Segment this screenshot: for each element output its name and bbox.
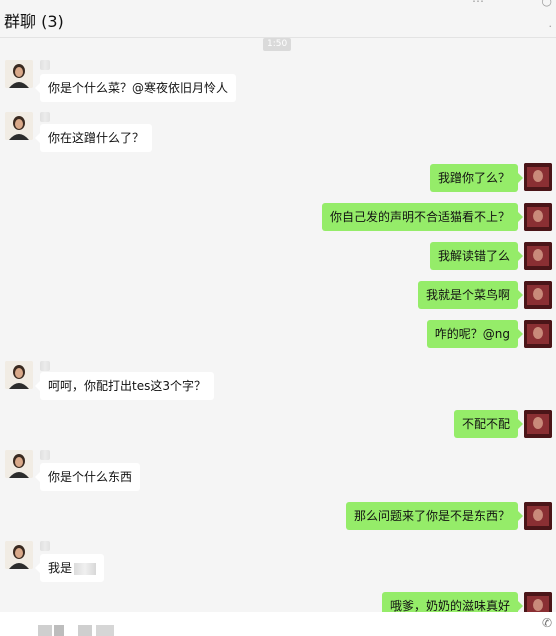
- avatar-image: [5, 112, 33, 140]
- avatar[interactable]: [524, 203, 552, 231]
- message-bubble-outgoing[interactable]: 不配不配: [453, 410, 524, 438]
- message-bubble-incoming[interactable]: 你在这蹭什么了？: [34, 124, 153, 152]
- chat-header: 群聊 (3) ⋯ ○ ·: [0, 0, 556, 38]
- message-bubble-outgoing[interactable]: 我就是个菜鸟啊: [417, 281, 524, 309]
- message-bubble-outgoing[interactable]: 那么问题来了你是不是东西？: [345, 502, 524, 530]
- avatar[interactable]: [524, 163, 552, 191]
- avatar[interactable]: [5, 361, 33, 389]
- avatar-image: [524, 203, 552, 231]
- add-icon[interactable]: ○: [542, 0, 552, 8]
- input-toolbar: ✆: [0, 612, 556, 636]
- message-bubble-outgoing[interactable]: 我蹭你了么？: [429, 164, 524, 192]
- redacted-text: [74, 562, 97, 575]
- avatar[interactable]: [524, 502, 552, 530]
- avatar-image: [524, 410, 552, 438]
- avatar[interactable]: [524, 410, 552, 438]
- window-control-icon[interactable]: ·: [549, 20, 553, 33]
- message-bubble-outgoing[interactable]: 咋的呢？@ng: [426, 320, 524, 348]
- message-bubble-incoming[interactable]: 你是个什么东西: [34, 463, 141, 491]
- message-bubble-incoming[interactable]: 呵呵，你配打出tes这3个字？: [35, 372, 214, 400]
- avatar-image: [5, 60, 33, 88]
- message-bubble-incoming[interactable]: 我是: [34, 554, 105, 582]
- message-timestamp: 1:50: [263, 38, 292, 51]
- avatar-image: [5, 450, 33, 478]
- avatar-image: [5, 361, 33, 389]
- avatar[interactable]: [5, 60, 33, 88]
- sender-name-redacted: [40, 361, 50, 371]
- phone-icon[interactable]: ✆: [542, 616, 552, 630]
- redacted-icon: [38, 625, 52, 636]
- message-bubble-outgoing[interactable]: 我解读错了么: [429, 242, 524, 270]
- avatar-image: [524, 281, 552, 309]
- message-text: 我是: [48, 561, 73, 575]
- redacted-icon: [78, 625, 92, 636]
- avatar[interactable]: [524, 320, 552, 348]
- avatar-image: [524, 320, 552, 348]
- sender-name-redacted: [40, 60, 50, 70]
- avatar-image: [524, 163, 552, 191]
- chat-title: 群聊 (3): [4, 12, 64, 31]
- avatar-image: [5, 541, 33, 569]
- message-bubble-incoming[interactable]: 你是个什么菜？@寒夜依旧月怜人: [34, 74, 237, 102]
- redacted-icon: [96, 625, 114, 636]
- avatar-image: [524, 502, 552, 530]
- message-bubble-outgoing[interactable]: 你自己发的声明不合适猫看不上？: [321, 203, 524, 231]
- avatar[interactable]: [5, 112, 33, 140]
- avatar[interactable]: [5, 541, 33, 569]
- sender-name-redacted: [40, 541, 50, 551]
- sender-name-redacted: [40, 450, 50, 460]
- avatar[interactable]: [5, 450, 33, 478]
- redacted-icon: [54, 625, 64, 636]
- avatar[interactable]: [524, 242, 552, 270]
- sender-name-redacted: [40, 112, 50, 122]
- more-icon[interactable]: ⋯: [472, 0, 484, 8]
- avatar[interactable]: [524, 281, 552, 309]
- avatar-image: [524, 242, 552, 270]
